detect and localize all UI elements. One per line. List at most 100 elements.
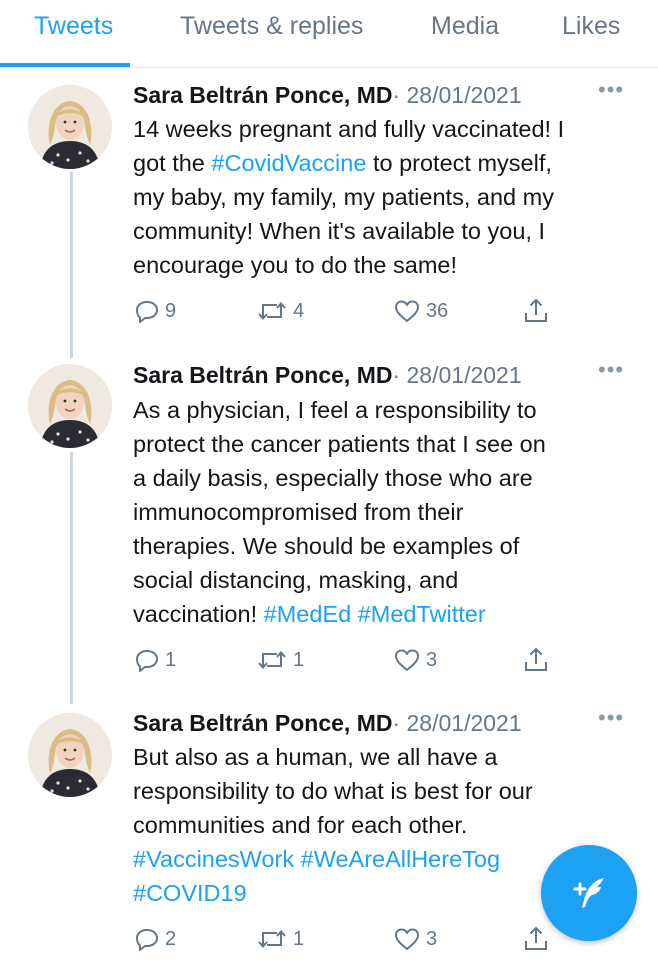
- tweet-text-line: immunocompromised from their: [133, 495, 633, 529]
- tweet-text-line: social distancing, masking, and: [133, 563, 633, 597]
- like-count: 36: [426, 299, 449, 322]
- heart-icon: [392, 646, 422, 674]
- hashtag-link[interactable]: #CovidVaccine: [211, 150, 366, 176]
- tweet-text-line: 14 weeks pregnant and fully vaccinated! …: [133, 112, 633, 146]
- text-segment: protect the cancer patients that I see o…: [133, 431, 546, 457]
- tweet-text-line: therapies. We should be examples of: [133, 529, 633, 563]
- hashtag-link[interactable]: #COVID19: [133, 880, 247, 906]
- more-icon[interactable]: •••: [598, 78, 632, 108]
- profile-timeline: Tweets Tweets & replies Media Likes Sara…: [0, 0, 658, 960]
- retweet-icon: [255, 646, 289, 674]
- reply-button[interactable]: 9: [133, 296, 176, 326]
- tweet-text-line: But also as a human, we all have a: [133, 740, 633, 774]
- active-tab-indicator: [0, 63, 130, 67]
- share-icon: [521, 924, 551, 954]
- reply-count: 1: [165, 648, 177, 671]
- hashtag-link[interactable]: #MedEd: [264, 601, 352, 627]
- reply-count: 2: [165, 927, 177, 950]
- like-count: 3: [426, 927, 438, 950]
- avatar[interactable]: [28, 85, 112, 169]
- text-segment: As a physician, I feel a responsibility …: [133, 397, 537, 423]
- like-button[interactable]: 3: [392, 924, 437, 954]
- text-segment: responsibility to do what is best for ou…: [133, 778, 533, 804]
- tweet-actions: 2 1 3: [133, 924, 563, 954]
- hashtag-link[interactable]: #WeAreAllHereTog: [301, 846, 500, 872]
- reply-button[interactable]: 1: [133, 645, 176, 675]
- tweet-date[interactable]: · 28/01/2021: [392, 82, 521, 108]
- more-icon[interactable]: •••: [598, 706, 632, 736]
- retweet-icon: [255, 297, 289, 325]
- text-segment: a daily basis, especially those who are: [133, 465, 533, 491]
- share-button[interactable]: [521, 296, 551, 326]
- text-segment: to protect myself,: [366, 150, 552, 176]
- retweet-count: 1: [293, 927, 305, 950]
- share-icon: [521, 645, 551, 675]
- share-icon: [521, 296, 551, 326]
- tweet-text-line: communities and for each other.: [133, 808, 633, 842]
- more-icon[interactable]: •••: [598, 358, 632, 388]
- tweet-text-line: my baby, my family, my patients, and my: [133, 180, 633, 214]
- tab-tweets-and-replies[interactable]: Tweets & replies: [180, 12, 363, 41]
- tweet-text-line: community! When it's available to you, I: [133, 214, 633, 248]
- like-count: 3: [426, 648, 438, 671]
- text-segment: vaccination!: [133, 601, 264, 627]
- heart-icon: [392, 925, 422, 953]
- like-button[interactable]: 3: [392, 645, 437, 675]
- tweet-actions: 1 1 3: [133, 645, 563, 675]
- text-segment: immunocompromised from their: [133, 499, 464, 525]
- reply-icon: [133, 646, 161, 674]
- tab-tweets[interactable]: Tweets: [34, 12, 113, 41]
- tweet-text: 14 weeks pregnant and fully vaccinated! …: [133, 112, 633, 282]
- author-name[interactable]: Sara Beltrán Ponce, MD: [133, 82, 392, 108]
- text-segment: But also as a human, we all have a: [133, 744, 498, 770]
- text-segment: communities and for each other.: [133, 812, 468, 838]
- tweet-date[interactable]: · 28/01/2021: [392, 710, 521, 736]
- text-segment: my baby, my family, my patients, and my: [133, 184, 554, 210]
- tweet-text-line: protect the cancer patients that I see o…: [133, 427, 633, 461]
- text-segment: community! When it's available to you, I: [133, 218, 545, 244]
- author-name[interactable]: Sara Beltrán Ponce, MD: [133, 710, 392, 736]
- tweet-text-line: As a physician, I feel a responsibility …: [133, 393, 633, 427]
- share-button[interactable]: [521, 645, 551, 675]
- hashtag-link[interactable]: #MedTwitter: [358, 601, 486, 627]
- retweet-button[interactable]: 4: [255, 296, 304, 326]
- tweet-text-line: a daily basis, especially those who are: [133, 461, 633, 495]
- tweet-header: Sara Beltrán Ponce, MD· 28/01/2021: [133, 708, 522, 738]
- tweet-text: As a physician, I feel a responsibility …: [133, 393, 633, 631]
- retweet-count: 4: [293, 299, 305, 322]
- reply-button[interactable]: 2: [133, 924, 176, 954]
- share-button[interactable]: [521, 924, 551, 954]
- tweet-date[interactable]: · 28/01/2021: [392, 362, 521, 388]
- tweet-text-line: responsibility to do what is best for ou…: [133, 774, 633, 808]
- reply-icon: [133, 925, 161, 953]
- profile-tabs: Tweets Tweets & replies Media Likes: [0, 0, 658, 68]
- tweet-text-line: got the #CovidVaccine to protect myself,: [133, 146, 633, 180]
- hashtag-link[interactable]: #VaccinesWork: [133, 846, 294, 872]
- retweet-button[interactable]: 1: [255, 645, 304, 675]
- avatar[interactable]: [28, 364, 112, 448]
- avatar[interactable]: [28, 713, 112, 797]
- thread-connector: [70, 452, 73, 704]
- heart-icon: [392, 297, 422, 325]
- tab-likes[interactable]: Likes: [562, 12, 620, 41]
- retweet-button[interactable]: 1: [255, 924, 304, 954]
- text-segment: social distancing, masking, and: [133, 567, 459, 593]
- tweet-text-line: encourage you to do the same!: [133, 248, 633, 282]
- tweet-header: Sara Beltrán Ponce, MD· 28/01/2021: [133, 80, 522, 110]
- tweet-header: Sara Beltrán Ponce, MD· 28/01/2021: [133, 360, 522, 390]
- tab-media[interactable]: Media: [431, 12, 499, 41]
- tweet-actions: 9 4 36: [133, 296, 563, 326]
- text-segment: therapies. We should be examples of: [133, 533, 520, 559]
- text-segment: encourage you to do the same!: [133, 252, 457, 278]
- reply-icon: [133, 297, 161, 325]
- retweet-count: 1: [293, 648, 305, 671]
- like-button[interactable]: 36: [392, 296, 448, 326]
- retweet-icon: [255, 925, 289, 953]
- compose-tweet-icon: [573, 878, 604, 908]
- compose-tweet-button[interactable]: [541, 845, 637, 941]
- tweet-text-line: vaccination! #MedEd #MedTwitter: [133, 597, 633, 631]
- thread-connector: [70, 172, 73, 358]
- text-segment: 14 weeks pregnant and fully vaccinated! …: [133, 116, 565, 142]
- author-name[interactable]: Sara Beltrán Ponce, MD: [133, 362, 392, 388]
- reply-count: 9: [165, 299, 177, 322]
